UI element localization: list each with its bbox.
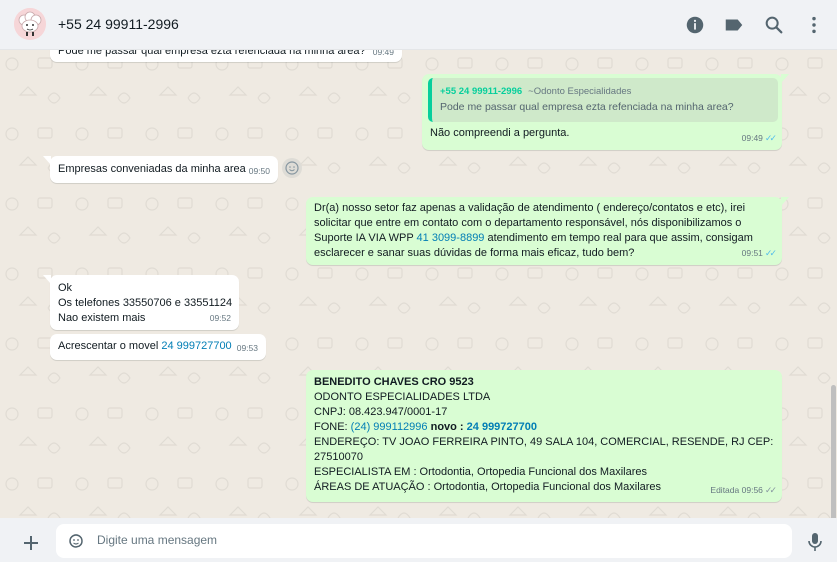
message-input[interactable]: Digite uma mensagem	[56, 524, 792, 558]
message-line: ESPECIALISTA EM : Ortodontia, Ortopedia …	[314, 466, 648, 478]
plus-icon[interactable]	[21, 533, 41, 553]
smiley-icon	[285, 161, 299, 175]
phone-link[interactable]: 24 999727700	[467, 421, 537, 433]
composer-bar: Digite uma mensagem	[0, 518, 837, 562]
message-text: Pode me passar qual empresa ezta refenci…	[58, 50, 366, 57]
search-icon[interactable]	[763, 14, 785, 36]
message-line: Suporte IA VIA WPP 41 3099-8899 atendime…	[314, 231, 753, 246]
message-time: 09:49	[372, 50, 394, 57]
bubble-tail-in	[43, 275, 51, 284]
message-meta: 09:51 ✓✓	[741, 246, 777, 261]
message-time: 09:51	[741, 248, 763, 258]
message-line: ENDEREÇO: TV JOAO FERREIRA PINTO, 49 SAL…	[314, 436, 774, 448]
message-line: esclarecer e sanar suas dúvidas de forma…	[314, 247, 635, 259]
label-icon[interactable]	[723, 14, 745, 36]
message-input-placeholder: Digite uma mensagem	[97, 533, 218, 547]
message-line: ÁREAS DE ATUAÇÃO : Ortodontia, Ortopedia…	[314, 481, 662, 493]
message-meta: Editada 09:56 ✓✓	[710, 483, 777, 498]
message-line: Nao existem mais	[58, 312, 146, 324]
quoted-author-source: ~Odonto Especialidades	[528, 86, 632, 97]
message-line-text: Suporte IA VIA WPP	[314, 232, 417, 244]
react-button[interactable]	[282, 158, 302, 178]
message-time: 09:56	[741, 485, 763, 495]
message-body: BENEDITO CHAVES CRO 9523 ODONTO ESPECIAL…	[314, 375, 773, 495]
message-time: 09:53	[236, 343, 258, 353]
message-time: 09:50	[248, 166, 270, 176]
message-line-text: FONE:	[314, 421, 351, 433]
message-text: Acrescentar o movel	[58, 340, 162, 352]
message-incoming[interactable]: Pode me passar qual empresa ezta refenci…	[50, 50, 402, 62]
message-time: 09:52	[209, 313, 231, 323]
message-body: Ok Os telefones 33550706 e 33551124 Nao …	[58, 281, 232, 326]
message-outgoing[interactable]: +55 24 99911-2996 ~Odonto Especialidades …	[422, 74, 782, 150]
message-incoming[interactable]: Ok Os telefones 33550706 e 33551124 Nao …	[50, 275, 239, 330]
chat-scrollbar[interactable]	[831, 385, 836, 518]
contact-avatar[interactable]	[14, 8, 46, 40]
microphone-icon[interactable]	[806, 531, 824, 553]
message-meta: 09:49 ✓✓	[741, 131, 777, 146]
edited-label: Editada	[710, 485, 740, 495]
chat-header: +55 24 99911-2996	[0, 0, 837, 50]
delivered-ticks-icon: ✓✓	[764, 485, 777, 495]
sticker-icon[interactable]	[66, 531, 86, 551]
message-line: FONE: (24) 999112996 novo : 24 999727700	[314, 420, 773, 435]
message-line: solicitar que entre em contato com o dep…	[314, 217, 742, 229]
read-ticks-icon: ✓✓	[764, 248, 777, 258]
message-line-text: novo :	[427, 421, 467, 433]
phone-link[interactable]: (24) 999112996	[351, 421, 428, 433]
message-outgoing[interactable]: BENEDITO CHAVES CRO 9523 ODONTO ESPECIAL…	[306, 370, 782, 502]
quoted-author: +55 24 99911-2996 ~Odonto Especialidades	[440, 84, 631, 99]
contact-name[interactable]: +55 24 99911-2996	[58, 16, 179, 32]
read-ticks-icon: ✓✓	[764, 133, 777, 143]
message-line: Os telefones 33550706 e 33551124	[58, 297, 233, 309]
quoted-author-number: +55 24 99911-2996	[440, 86, 523, 97]
message-line-text: atendimento em tempo real para que assim…	[484, 232, 753, 244]
message-time: 09:49	[741, 133, 763, 143]
more-vertical-icon[interactable]	[803, 14, 825, 36]
message-line: 27510070	[314, 451, 363, 463]
message-incoming[interactable]: Acrescentar o movel 24 999727700 09:53	[50, 334, 266, 360]
message-line: CNPJ: 08.423.947/0001-17	[314, 406, 448, 418]
phone-link[interactable]: 24 999727700	[161, 340, 231, 352]
message-outgoing[interactable]: Dr(a) nosso setor faz apenas a validação…	[306, 197, 782, 265]
message-body: Acrescentar o movel 24 999727700	[58, 339, 232, 354]
message-line: Ok	[58, 282, 73, 294]
sheep-avatar-icon	[14, 8, 46, 40]
message-body: Dr(a) nosso setor faz apenas a validação…	[314, 201, 753, 261]
message-line: BENEDITO CHAVES CRO 9523	[314, 376, 474, 388]
bubble-tail-out	[781, 74, 789, 83]
bubble-tail-in	[43, 156, 51, 165]
bubble-tail-out	[781, 197, 789, 206]
quoted-message[interactable]: +55 24 99911-2996 ~Odonto Especialidades …	[428, 78, 778, 122]
phone-link[interactable]: 41 3099-8899	[417, 232, 485, 244]
message-line: ODONTO ESPECIALIDADES LTDA	[314, 391, 491, 403]
quoted-text: Pode me passar qual empresa ezta refenci…	[440, 101, 734, 113]
chat-area[interactable]: Pode me passar qual empresa ezta refenci…	[0, 50, 837, 518]
message-text: Não compreendi a pergunta.	[430, 127, 570, 139]
info-icon[interactable]	[684, 14, 706, 36]
message-line: Dr(a) nosso setor faz apenas a validação…	[314, 202, 746, 214]
message-incoming[interactable]: Empresas conveniadas da minha area 09:50	[50, 156, 278, 183]
message-text: Empresas conveniadas da minha area	[58, 163, 246, 175]
